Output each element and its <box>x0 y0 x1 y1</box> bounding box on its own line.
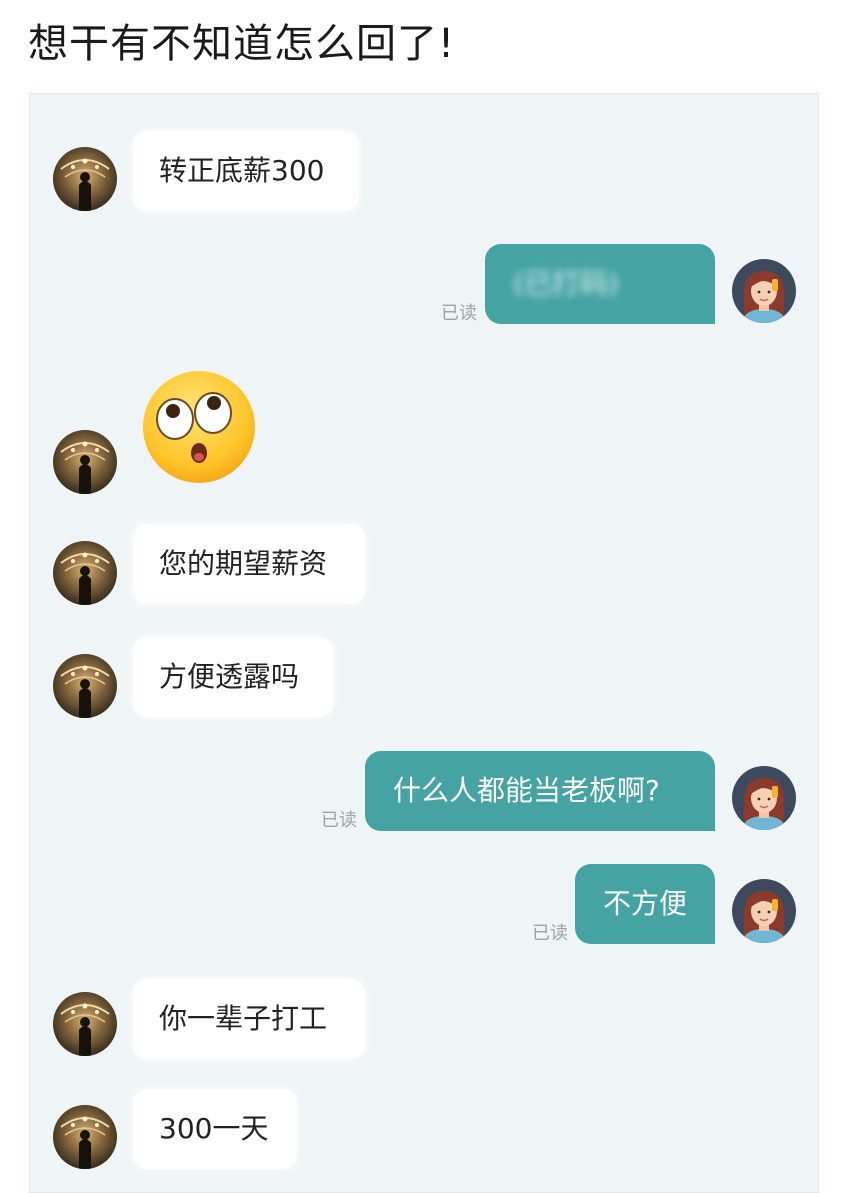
chat-screenshot: 转正底薪300 (已打码) 已读 您的期望薪资 方便透露吗 什么人都能当老板啊?… <box>29 93 819 1193</box>
contact-avatar[interactable] <box>53 147 117 211</box>
contact-avatar[interactable] <box>53 992 117 1056</box>
outgoing-message[interactable]: (已打码) <box>485 244 715 324</box>
read-receipt: 已读 <box>532 923 568 944</box>
read-receipt: 已读 <box>441 303 477 324</box>
incoming-message[interactable]: 转正底薪300 <box>133 131 359 211</box>
contact-avatar[interactable] <box>53 541 117 605</box>
incoming-message[interactable]: 您的期望薪资 <box>133 524 365 604</box>
incoming-message[interactable]: 方便透露吗 <box>133 637 333 717</box>
my-avatar[interactable] <box>732 879 796 943</box>
my-avatar[interactable] <box>732 259 796 323</box>
outgoing-message[interactable]: 不方便 <box>575 864 715 944</box>
surprised-face-emoji <box>141 369 257 485</box>
outgoing-message[interactable]: 什么人都能当老板啊? <box>365 751 715 831</box>
contact-avatar[interactable] <box>53 430 117 494</box>
post-title: 想干有不知道怎么回了! <box>28 21 456 67</box>
contact-avatar[interactable] <box>53 654 117 718</box>
incoming-message[interactable]: 你一辈子打工 <box>133 979 365 1059</box>
redacted-message-text: (已打码) <box>513 267 619 300</box>
read-receipt: 已读 <box>321 810 357 831</box>
my-avatar[interactable] <box>732 766 796 830</box>
contact-avatar[interactable] <box>53 1105 117 1169</box>
incoming-message[interactable]: 300一天 <box>133 1089 297 1169</box>
